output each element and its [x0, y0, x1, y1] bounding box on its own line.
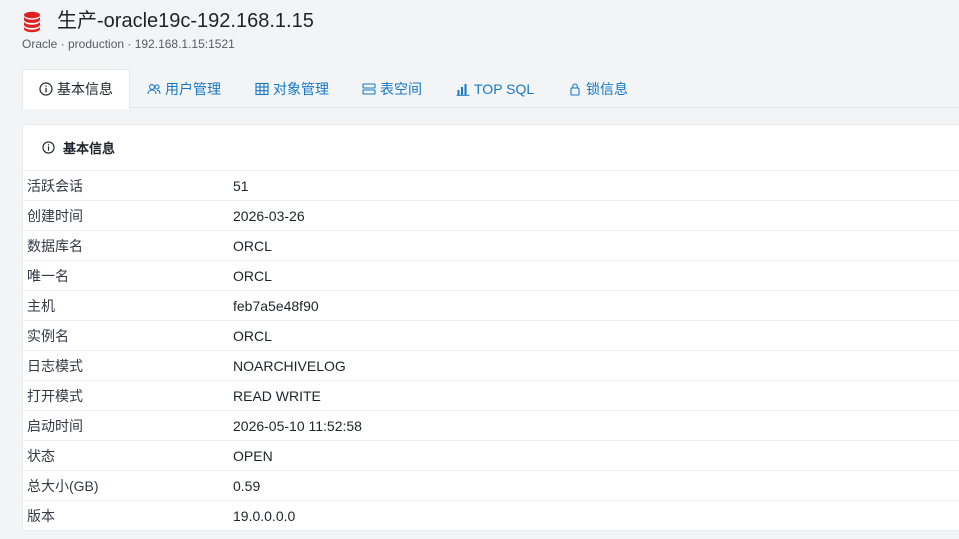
info-row-created: 创建时间 2026-03-26 — [23, 201, 959, 231]
card-header: 基本信息 — [23, 125, 959, 171]
row-key: 版本 — [27, 508, 55, 524]
row-value: OPEN — [233, 447, 273, 464]
info-row-total-size: 总大小(GB) 0.59 — [23, 471, 959, 501]
info-row-status: 状态 OPEN — [23, 441, 959, 471]
row-key: 活跃会话 — [27, 177, 83, 194]
table-icon — [255, 82, 269, 95]
basic-info-card: 基本信息 活跃会话 51 创建时间 2026-03-26 数据库名 ORCL 唯一名 O… — [22, 124, 959, 531]
info-row-open-mode: 打开模式 READ WRITE — [23, 381, 959, 411]
tab-label: 基本信息 — [57, 81, 113, 97]
row-key: 数据库名 — [27, 237, 83, 254]
tab-bar: 基本信息 用户管理 对象管理 表空间 TOP SQL 锁信息 — [22, 69, 959, 109]
tab-label: 对象管理 — [273, 80, 329, 97]
info-row-startup-time: 启动时间 2026-05-10 11:52:58 — [23, 411, 959, 441]
tab-tablespace[interactable]: 表空间 — [362, 69, 422, 108]
row-value: 2026-05-10 11:52:58 — [233, 417, 362, 434]
info-row-instance-name: 实例名 ORCL — [23, 321, 959, 351]
tab-user-management[interactable]: 用户管理 — [147, 69, 221, 108]
row-value: ORCL — [233, 327, 272, 344]
row-key: 主机 — [27, 297, 55, 314]
tab-label: 表空间 — [380, 80, 422, 97]
info-icon — [39, 82, 53, 96]
info-row-host: 主机 feb7a5e48f90 — [23, 291, 959, 321]
info-list: 活跃会话 51 创建时间 2026-03-26 数据库名 ORCL 唯一名 ORCL 主… — [23, 171, 959, 530]
connection-subtitle: Oracle · production · 192.168.1.15:1521 — [22, 37, 235, 51]
row-key: 唯一名 — [27, 267, 69, 284]
info-row-version: 版本 19.0.0.0.0 — [23, 501, 959, 530]
tab-basic-info[interactable]: 基本信息 — [22, 69, 130, 109]
database-icon — [24, 11, 40, 33]
tab-top-sql[interactable]: TOP SQL — [456, 69, 534, 108]
row-key: 状态 — [27, 447, 55, 464]
row-key: 创建时间 — [27, 207, 83, 224]
row-key: 启动时间 — [27, 417, 83, 434]
row-key: 打开模式 — [27, 387, 83, 404]
info-row-active-sessions: 活跃会话 51 — [23, 171, 959, 201]
row-key: 实例名 — [27, 327, 69, 344]
row-value: NOARCHIVELOG — [233, 357, 346, 374]
row-value: 51 — [233, 177, 249, 194]
row-value: 2026-03-26 — [233, 207, 305, 224]
row-value: ORCL — [233, 267, 272, 284]
info-row-unique-name: 唯一名 ORCL — [23, 261, 959, 291]
tab-label: TOP SQL — [474, 80, 535, 97]
info-row-db-name: 数据库名 ORCL — [23, 231, 959, 261]
storage-icon — [362, 82, 376, 95]
tab-lock-info[interactable]: 锁信息 — [568, 69, 628, 108]
page-title: 生产-oracle19c-192.168.1.15 — [57, 10, 314, 32]
row-value: ORCL — [233, 237, 272, 254]
row-value: READ WRITE — [233, 387, 321, 404]
info-row-log-mode: 日志模式 NOARCHIVELOG — [23, 351, 959, 381]
tab-label: 锁信息 — [586, 80, 628, 97]
bar-chart-icon — [456, 83, 470, 96]
row-key: 总大小(GB) — [27, 477, 99, 494]
card-title: 基本信息 — [63, 141, 116, 156]
page-header: 生产-oracle19c-192.168.1.15 Oracle · produ… — [22, 8, 952, 52]
row-value: feb7a5e48f90 — [233, 297, 319, 314]
info-icon — [42, 141, 55, 154]
row-key: 日志模式 — [27, 357, 83, 374]
tab-label: 用户管理 — [165, 80, 221, 97]
lock-icon — [570, 82, 580, 96]
tab-object-management[interactable]: 对象管理 — [255, 69, 329, 108]
users-icon — [147, 83, 161, 94]
row-value: 0.59 — [233, 477, 261, 494]
row-value: 19.0.0.0.0 — [233, 508, 296, 524]
